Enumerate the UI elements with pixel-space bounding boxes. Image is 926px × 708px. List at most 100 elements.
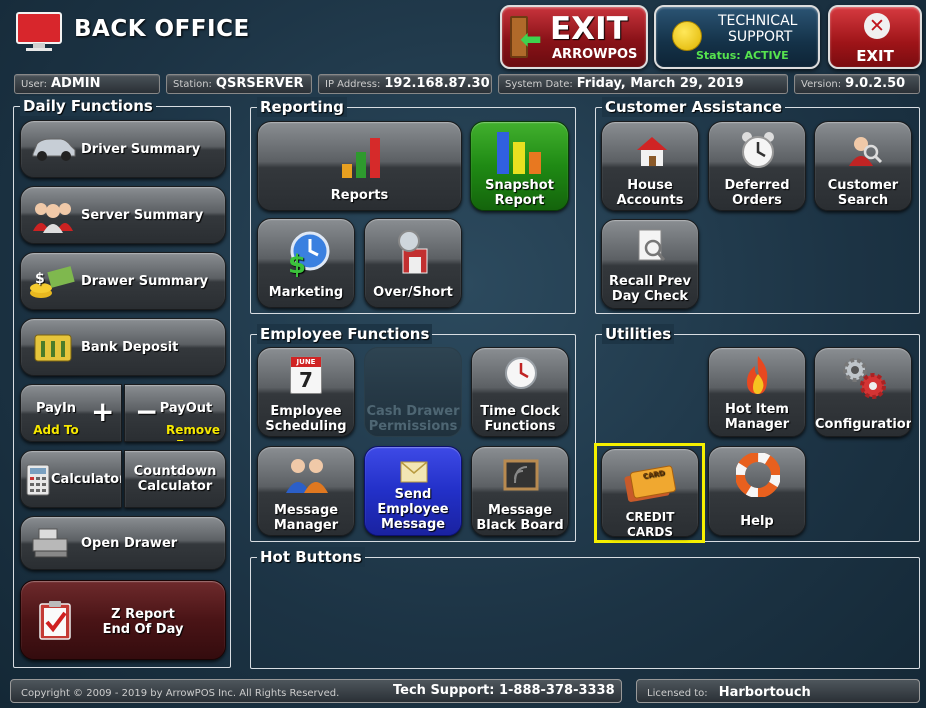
ip-address-field: IP Address: 192.168.87.30	[318, 74, 492, 94]
send-label-2: Employee	[377, 502, 449, 517]
message-manager-label-1: Message	[273, 503, 339, 518]
licensee: Harbortouch	[718, 685, 811, 700]
z-report-end-of-day-button[interactable]: Z Report End Of Day	[20, 580, 226, 660]
daily-functions-title: Daily Functions	[20, 96, 156, 116]
tech-line2: SUPPORT	[728, 29, 793, 45]
technical-support-button[interactable]: TECHNICAL SUPPORT Status: ACTIVE	[654, 5, 820, 69]
bank-icon	[34, 334, 72, 362]
black-board-label-2: Black Board	[476, 518, 564, 533]
send-label-1: Send	[394, 487, 432, 502]
hot-item-manager-button[interactable]: Hot Item Manager	[708, 347, 806, 437]
customer-search-button[interactable]: Customer Search	[814, 121, 912, 211]
time-clock-label-2: Functions	[484, 419, 556, 434]
message-manager-label-2: Manager	[273, 518, 339, 533]
footer-bar: Copyright © 2009 - 2019 by ArrowPOS Inc.…	[10, 679, 622, 703]
bank-deposit-button[interactable]: Bank Deposit	[20, 318, 226, 376]
copyright-text: Copyright © 2009 - 2019 by ArrowPOS Inc.…	[21, 688, 340, 699]
credit-cards-button[interactable]: CARD CREDIT CARDS	[601, 448, 699, 537]
message-manager-button[interactable]: Message Manager	[257, 446, 355, 536]
customer-search-label-1: Customer	[827, 178, 899, 193]
station-field: Station: QSRSERVER	[166, 74, 312, 94]
people-icon	[286, 459, 328, 493]
alarm-clock-icon	[742, 132, 774, 168]
over-short-label: Over/Short	[373, 285, 453, 300]
cash-drawer-permissions-button[interactable]: Cash Drawer Permissions	[364, 347, 462, 437]
snapshot-label-1: Snapshot	[485, 178, 554, 193]
exit-arrowpos-button[interactable]: ⬅ EXIT ARROWPOS	[500, 5, 648, 69]
svg-text:$: $	[35, 271, 45, 287]
help-button[interactable]: Help	[708, 446, 806, 536]
employee-scheduling-button[interactable]: JUNE 7 Employee Scheduling	[257, 347, 355, 437]
open-drawer-button[interactable]: Open Drawer	[20, 516, 226, 570]
exit-button[interactable]: ✕ EXIT	[828, 5, 922, 69]
hot-item-label-2: Manager	[724, 417, 790, 432]
black-board-label-1: Message	[487, 503, 553, 518]
calculator-button[interactable]: Calculator	[20, 450, 122, 508]
money-icon: $	[30, 266, 75, 298]
z-report-label-1: Z Report	[111, 607, 175, 622]
open-drawer-label: Open Drawer	[81, 536, 178, 551]
tech-line1: TECHNICAL	[718, 13, 798, 29]
reporting-title: Reporting	[257, 97, 347, 117]
cash-register-icon	[32, 528, 68, 558]
tech-status: Status: ACTIVE	[696, 49, 789, 62]
person-search-icon	[849, 137, 883, 166]
car-icon	[32, 138, 76, 161]
customer-assistance-title: Customer Assistance	[602, 97, 786, 117]
servers-icon	[33, 203, 73, 233]
house-label-2: Accounts	[616, 193, 684, 208]
svg-text:$: $	[288, 250, 306, 277]
reports-button[interactable]: Reports	[257, 121, 462, 211]
monitor-icon	[16, 12, 62, 51]
marketing-label: Marketing	[268, 285, 344, 300]
send-label-3: Message	[380, 517, 446, 532]
snapshot-label-2: Report	[494, 193, 545, 208]
drawer-summary-label: Drawer Summary	[81, 274, 209, 289]
house-accounts-button[interactable]: House Accounts	[601, 121, 699, 211]
exit-arrowpos-sublabel: ARROWPOS	[552, 47, 638, 62]
licensed-label: Licensed to:	[647, 688, 708, 699]
payin-button[interactable]: PayIn + Add To	[20, 384, 122, 442]
hot-item-label-1: Hot Item	[725, 402, 789, 417]
employee-functions-title: Employee Functions	[257, 324, 433, 344]
payout-sublabel: Remove From	[165, 423, 221, 441]
credit-cards-label: CREDIT CARDS	[625, 510, 675, 537]
lifebuoy-icon	[736, 453, 780, 497]
countdown-label-1: Countdown	[133, 464, 217, 479]
utilities-title: Utilities	[602, 324, 675, 344]
drawer-summary-button[interactable]: $ Drawer Summary	[20, 252, 226, 310]
register-magnifier-icon	[398, 230, 428, 274]
countdown-calculator-button[interactable]: Countdown Calculator	[124, 450, 226, 508]
scheduling-label-2: Scheduling	[265, 419, 347, 434]
house-label-1: House	[627, 178, 673, 193]
payout-label: PayOut	[159, 401, 213, 416]
bar-chart-icon	[342, 138, 380, 178]
column-chart-icon	[497, 132, 541, 174]
message-black-board-button[interactable]: Message Black Board	[471, 446, 569, 536]
hot-buttons-title: Hot Buttons	[257, 547, 365, 567]
calculator-icon	[26, 464, 50, 496]
arrow-left-icon: ⬅	[520, 25, 542, 55]
deferred-orders-button[interactable]: Deferred Orders	[708, 121, 806, 211]
time-clock-functions-button[interactable]: Time Clock Functions	[471, 347, 569, 437]
recall-prev-day-check-button[interactable]: Recall Prev Day Check	[601, 219, 699, 309]
server-summary-button[interactable]: Server Summary	[20, 186, 226, 244]
envelope-icon	[400, 461, 428, 483]
payin-sublabel: Add To	[33, 423, 79, 437]
countdown-label-2: Calculator	[137, 479, 213, 494]
over-short-button[interactable]: Over/Short	[364, 218, 462, 308]
send-employee-message-button[interactable]: Send Employee Message	[364, 446, 462, 536]
snapshot-report-button[interactable]: Snapshot Report	[470, 121, 569, 211]
hot-buttons-panel: Hot Buttons	[250, 547, 920, 669]
calendar-icon: JUNE 7	[290, 356, 322, 394]
driver-summary-button[interactable]: Driver Summary	[20, 120, 226, 178]
system-date-field: System Date: Friday, March 29, 2019	[498, 74, 788, 94]
dollar-clock-icon: $	[288, 231, 330, 277]
help-label: Help	[740, 514, 774, 529]
configuration-button[interactable]: Configuration	[814, 347, 912, 437]
marketing-button[interactable]: $ Marketing	[257, 218, 355, 308]
deferred-label-1: Deferred	[724, 178, 790, 193]
cash-drawer-label-1: Cash Drawer	[366, 404, 460, 419]
exit-arrowpos-label: EXIT	[550, 11, 628, 47]
payout-button[interactable]: − PayOut Remove From	[124, 384, 226, 442]
